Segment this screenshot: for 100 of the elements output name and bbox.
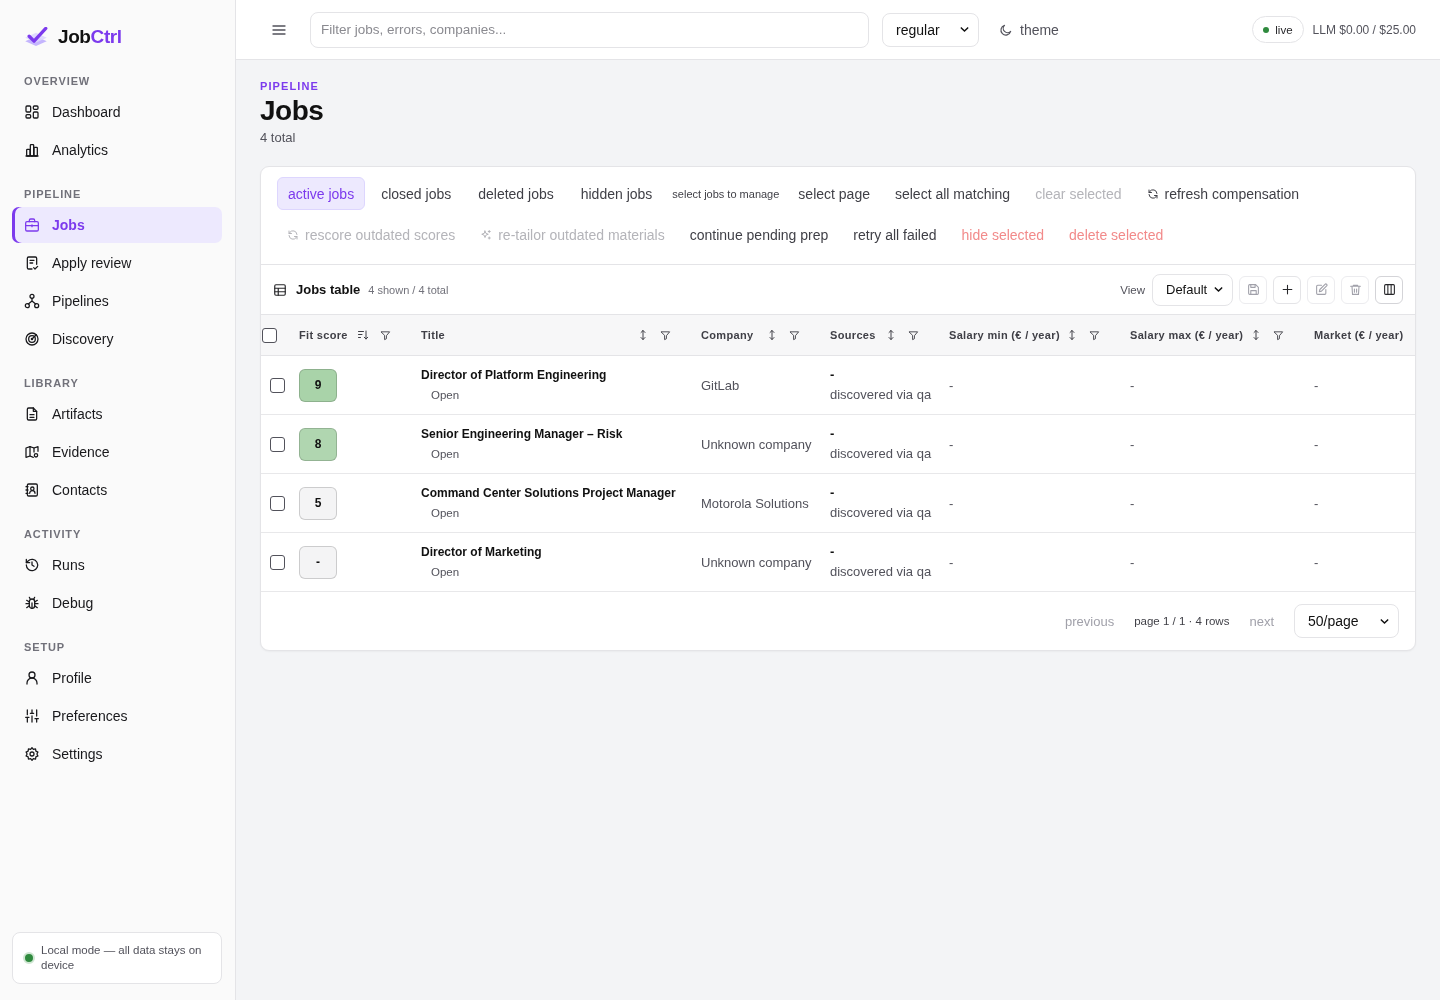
- filter-tab[interactable]: closed jobs: [370, 177, 463, 210]
- market-value: -: [1314, 437, 1319, 452]
- view-select[interactable]: Default: [1152, 273, 1233, 306]
- filter-tab[interactable]: active jobs: [277, 177, 366, 210]
- filter-icon[interactable]: [789, 329, 800, 341]
- action-button[interactable]: refresh compensation: [1136, 177, 1310, 210]
- filter-icon[interactable]: [1273, 329, 1284, 341]
- salary-max-value: -: [1130, 555, 1135, 570]
- company-name: Unknown company: [701, 437, 812, 452]
- row-checkbox[interactable]: [270, 554, 285, 570]
- filter-icon[interactable]: [660, 329, 671, 341]
- column-header: Salary max (€ / year): [1130, 329, 1244, 341]
- filter-icon[interactable]: [908, 329, 919, 341]
- nav-item[interactable]: Discovery: [12, 321, 222, 357]
- fit-score: 8: [299, 427, 337, 461]
- nav-item[interactable]: Apply review: [12, 245, 222, 281]
- filter-icon[interactable]: [1089, 329, 1100, 341]
- sort-icon[interactable]: [1066, 329, 1078, 341]
- page-size-select[interactable]: 50/page: [1294, 604, 1399, 638]
- section-title: PIPELINE: [23, 187, 83, 201]
- section-title: SETUP: [23, 640, 67, 654]
- history-icon: [24, 557, 40, 573]
- nav-item[interactable]: Debug: [12, 585, 222, 621]
- add-button[interactable]: [1273, 275, 1301, 304]
- refresh-icon: [1146, 187, 1159, 200]
- fit-score: 9: [299, 368, 337, 402]
- columns-icon: [1382, 283, 1396, 296]
- nav-item[interactable]: Dashboard: [12, 94, 222, 130]
- nav-item[interactable]: Jobs: [12, 207, 222, 243]
- llm-usage: LLM $0.00 / $25.00: [1312, 22, 1416, 37]
- selection-hint: select jobs to manage: [671, 187, 781, 200]
- grid-icon: [24, 104, 40, 120]
- nav-item[interactable]: Pipelines: [12, 283, 222, 319]
- row-checkbox[interactable]: [270, 495, 285, 511]
- plus-icon: [1280, 283, 1294, 296]
- section-title: ACTIVITY: [23, 527, 83, 541]
- document-icon: [24, 406, 40, 422]
- filter-tab[interactable]: deleted jobs: [467, 177, 565, 210]
- row-checkbox[interactable]: [270, 377, 285, 393]
- nav-item[interactable]: Profile: [12, 660, 222, 696]
- logo-icon: [24, 27, 48, 47]
- sort-icon[interactable]: [766, 329, 778, 341]
- job-title: Director of Platform Engineering: [421, 366, 607, 383]
- nav-item[interactable]: Runs: [12, 547, 222, 583]
- sort-descending-icon[interactable]: [357, 329, 369, 341]
- salary-max-value: -: [1130, 496, 1135, 511]
- filter-icon[interactable]: [380, 329, 391, 341]
- company-name: Unknown company: [701, 555, 812, 570]
- action-button[interactable]: continue pending prep: [679, 218, 839, 251]
- market-value: -: [1314, 496, 1319, 511]
- market-value: -: [1314, 378, 1319, 393]
- source-note: discovered via qa: [830, 446, 932, 462]
- action-button[interactable]: retry all failed: [843, 218, 947, 251]
- fit-score: 5: [299, 486, 337, 520]
- table-title: Jobs table: [296, 282, 361, 297]
- column-header: Salary min (€ / year): [949, 329, 1060, 341]
- job-status: Open: [430, 446, 461, 462]
- sort-icon[interactable]: [637, 329, 649, 341]
- salary-min-value: -: [949, 378, 954, 393]
- nav-item[interactable]: Settings: [12, 736, 222, 772]
- source-note: discovered via qa: [830, 387, 932, 403]
- job-status: Open: [430, 564, 461, 580]
- action-button[interactable]: select all matching: [884, 177, 1021, 210]
- job-status: Open: [430, 387, 461, 403]
- search-field[interactable]: Filter jobs, errors, companies...: [310, 11, 869, 48]
- columns-button[interactable]: [1375, 275, 1403, 304]
- sort-icon[interactable]: [1250, 329, 1262, 341]
- select-all-checkbox[interactable]: [262, 327, 277, 343]
- mode-select[interactable]: regular: [882, 12, 979, 47]
- refresh-icon: [287, 228, 299, 241]
- nav-item[interactable]: Evidence: [12, 434, 222, 470]
- nav-item[interactable]: Artifacts: [12, 396, 222, 432]
- column-header: Company: [701, 329, 754, 341]
- moon-icon: [999, 22, 1013, 37]
- save-icon: [1246, 283, 1260, 296]
- action-button[interactable]: select page: [788, 177, 880, 210]
- nav-item[interactable]: Analytics: [12, 132, 222, 168]
- column-header: Sources: [830, 329, 876, 341]
- logo-wordmark: JobCtrl: [58, 26, 122, 48]
- nav-item[interactable]: Preferences: [12, 698, 222, 734]
- nav-item[interactable]: Contacts: [12, 472, 222, 508]
- theme-button[interactable]: theme: [993, 13, 1065, 46]
- section-title: OVERVIEW: [23, 74, 92, 88]
- company-name: Motorola Solutions: [701, 496, 809, 511]
- sort-icon[interactable]: [885, 329, 897, 341]
- source-value: -: [830, 544, 835, 560]
- briefcase-icon: [24, 217, 40, 233]
- source-note: discovered via qa: [830, 564, 932, 580]
- user-icon: [24, 670, 40, 686]
- section-title: LIBRARY: [23, 376, 80, 390]
- map-icon: [24, 444, 40, 460]
- sparkle-icon: [480, 228, 493, 241]
- market-value: -: [1314, 555, 1319, 570]
- column-header: Title: [421, 329, 446, 341]
- salary-min-value: -: [949, 555, 954, 570]
- row-checkbox[interactable]: [270, 436, 285, 452]
- document-check-icon: [24, 255, 40, 271]
- bar-chart-icon: [24, 142, 40, 158]
- filter-tab[interactable]: hidden jobs: [569, 177, 664, 210]
- status-dot-icon: [23, 952, 35, 964]
